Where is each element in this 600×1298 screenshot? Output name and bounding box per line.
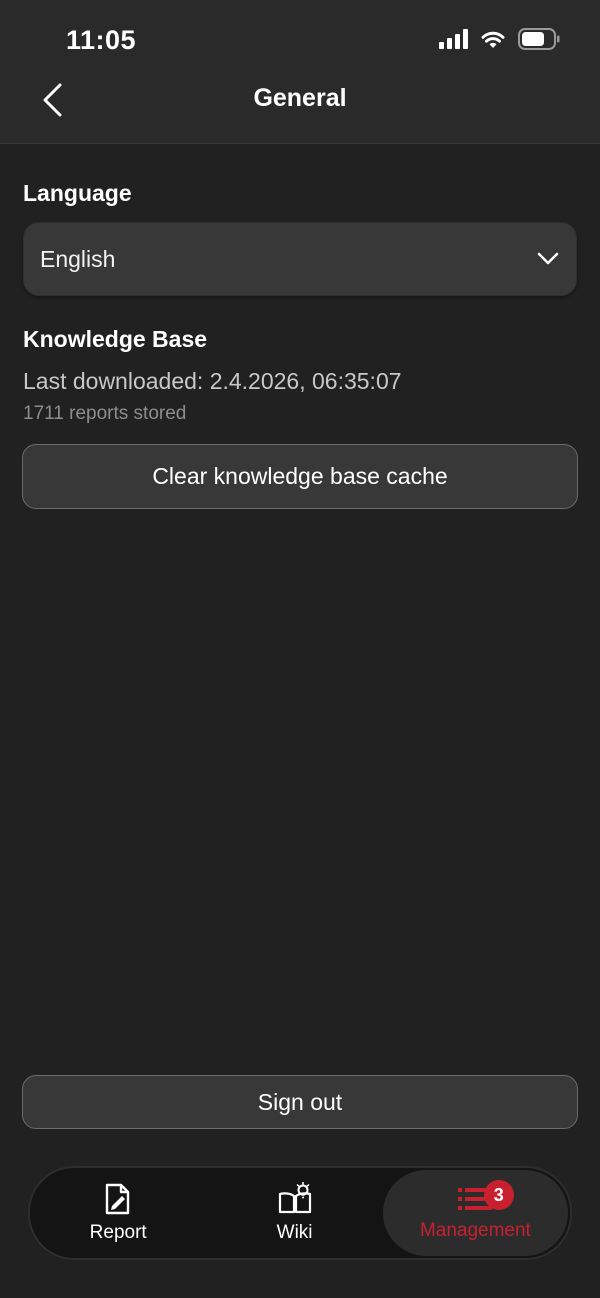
cellular-signal-icon	[439, 29, 468, 49]
language-selected-value: English	[40, 245, 116, 272]
header: 11:05 General	[0, 0, 600, 144]
wifi-icon	[481, 31, 505, 48]
language-heading: Language	[23, 180, 132, 206]
language-select[interactable]: English	[23, 222, 577, 296]
reports-stored-text: 1711 reports stored	[23, 403, 187, 424]
tab-management[interactable]: 3 Management	[382, 1170, 568, 1256]
general-settings-screen: 11:05 General Language English Knowledge…	[0, 0, 600, 1298]
wiki-book-icon	[278, 1182, 311, 1214]
tab-report[interactable]: Report	[30, 1168, 206, 1258]
chevron-down-icon	[536, 247, 560, 271]
last-downloaded-text: Last downloaded: 2.4.2026, 06:35:07	[23, 368, 402, 394]
tab-report-label: Report	[89, 1222, 147, 1243]
status-icons	[439, 28, 560, 50]
knowledge-base-heading: Knowledge Base	[23, 326, 208, 352]
status-time: 11:05	[66, 25, 137, 55]
sign-out-button[interactable]: Sign out	[22, 1075, 578, 1129]
battery-icon	[518, 28, 560, 50]
page-title: General	[253, 84, 347, 112]
tab-wiki-label: Wiki	[276, 1222, 313, 1243]
report-edit-icon	[105, 1183, 130, 1215]
notification-badge: 3	[483, 1180, 514, 1210]
tab-bar: Report Wiki 3 Management	[28, 1166, 572, 1260]
tab-wiki[interactable]: Wiki	[206, 1168, 382, 1258]
clear-cache-button[interactable]: Clear knowledge base cache	[22, 444, 578, 509]
tab-management-label: Management	[419, 1220, 531, 1241]
